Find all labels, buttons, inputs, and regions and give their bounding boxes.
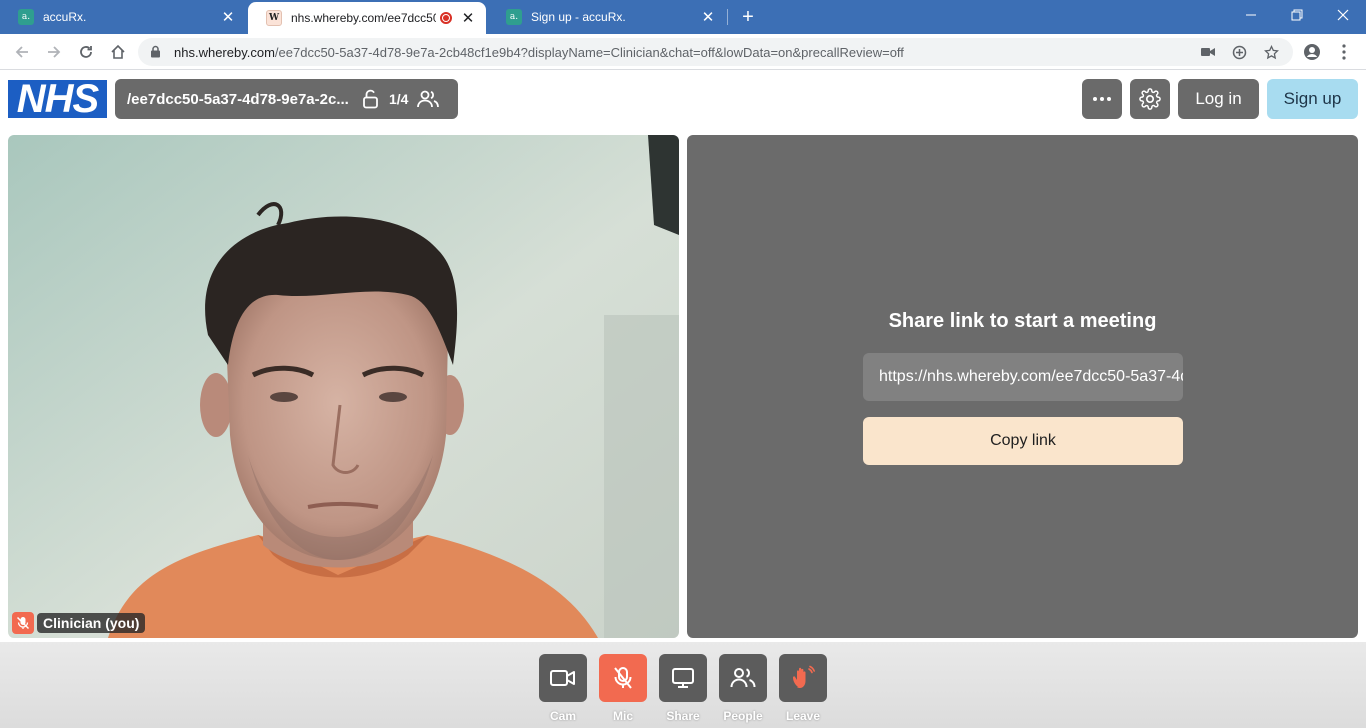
- camera-icon: [550, 670, 575, 686]
- people-control[interactable]: People: [719, 654, 767, 723]
- share-heading: Share link to start a meeting: [888, 310, 1157, 332]
- nhs-logo[interactable]: NHS: [8, 79, 107, 119]
- back-icon[interactable]: [9, 39, 35, 65]
- share-link-panel: Share link to start a meeting https://nh…: [687, 135, 1358, 638]
- address-bar[interactable]: nhs.whereby.com/ee7dcc50-5a37-4d78-9e7a-…: [138, 38, 1293, 66]
- self-name-label: Clinician (you): [37, 613, 146, 633]
- mic-control[interactable]: Mic: [599, 654, 647, 723]
- share-link-field[interactable]: https://nhs.whereby.com/ee7dcc50-5a37-4d…: [863, 353, 1183, 401]
- participant-count: 1/4: [389, 91, 409, 107]
- unlocked-icon: [361, 89, 381, 109]
- tab-title: Sign up - accuRx.: [531, 10, 626, 24]
- home-icon[interactable]: [105, 39, 131, 65]
- share-control[interactable]: Share: [659, 654, 707, 723]
- lock-icon: [150, 45, 161, 63]
- window-close-icon[interactable]: [1320, 0, 1366, 30]
- forward-icon[interactable]: [41, 39, 67, 65]
- room-info[interactable]: /ee7dcc50-5a37-4d78-9e7a-2c... 1/4: [115, 79, 458, 119]
- webcam-feed: [8, 135, 679, 638]
- call-controls-bar: Cam Mic Share People Leave: [0, 642, 1366, 728]
- url-path: /ee7dcc50-5a37-4d78-9e7a-2cb48cf1e9b4?di…: [274, 45, 904, 60]
- bookmark-star-icon[interactable]: [1262, 43, 1280, 61]
- accurx-favicon-icon: a.: [506, 9, 522, 25]
- mic-label: Mic: [612, 709, 633, 723]
- mic-muted-icon: [12, 612, 34, 634]
- self-video-tile: Clinician (you): [8, 135, 679, 638]
- camera-in-use-icon[interactable]: [1199, 43, 1217, 61]
- whereby-favicon-icon: W: [266, 10, 282, 26]
- cam-button[interactable]: [539, 654, 587, 702]
- settings-button[interactable]: [1130, 79, 1170, 119]
- people-button[interactable]: [719, 654, 767, 702]
- gear-icon: [1139, 88, 1161, 110]
- browser-tab-strip: a. accuRx. ✕ W nhs.whereby.com/ee7dcc50-…: [0, 0, 1366, 34]
- tab-signup-accurx[interactable]: a. Sign up - accuRx. ✕: [488, 0, 726, 34]
- mic-muted-icon: [614, 667, 632, 689]
- more-dots-icon: [1093, 97, 1111, 101]
- mic-button[interactable]: [599, 654, 647, 702]
- new-tab-icon[interactable]: +: [736, 5, 760, 29]
- accurx-favicon-icon: a.: [18, 9, 34, 25]
- cam-control[interactable]: Cam: [539, 654, 587, 723]
- log-in-button[interactable]: Log in: [1178, 79, 1259, 119]
- close-icon[interactable]: ✕: [460, 10, 476, 27]
- leave-label: Leave: [785, 709, 821, 723]
- tab-accurx[interactable]: a. accuRx. ✕: [0, 0, 246, 34]
- close-icon[interactable]: ✕: [700, 9, 716, 26]
- reload-icon[interactable]: [73, 39, 99, 65]
- restore-icon[interactable]: [1274, 0, 1320, 30]
- share-label: Share: [666, 709, 700, 723]
- tab-title: accuRx.: [43, 10, 87, 24]
- copy-link-button[interactable]: Copy link: [863, 417, 1183, 465]
- cam-label: Cam: [549, 709, 576, 723]
- browser-menu-icon[interactable]: [1331, 39, 1357, 65]
- people-icon: [416, 89, 440, 109]
- self-name-tag: Clinician (you): [12, 612, 146, 634]
- profile-icon[interactable]: [1299, 39, 1325, 65]
- browser-toolbar: nhs.whereby.com/ee7dcc50-5a37-4d78-9e7a-…: [0, 34, 1366, 70]
- more-options-button[interactable]: [1082, 79, 1122, 119]
- tab-title: nhs.whereby.com/ee7dcc50-: [291, 11, 436, 25]
- close-icon[interactable]: ✕: [220, 9, 236, 26]
- share-screen-button[interactable]: [659, 654, 707, 702]
- minimize-icon[interactable]: [1228, 0, 1274, 30]
- leave-button[interactable]: [779, 654, 827, 702]
- people-icon: [730, 668, 756, 688]
- room-name: /ee7dcc50-5a37-4d78-9e7a-2c...: [127, 90, 349, 108]
- url-text: nhs.whereby.com/ee7dcc50-5a37-4d78-9e7a-…: [174, 45, 904, 60]
- sign-up-button[interactable]: Sign up: [1267, 79, 1358, 119]
- recording-icon: [440, 12, 452, 24]
- leave-control[interactable]: Leave: [779, 654, 827, 723]
- waving-hand-icon: [793, 665, 815, 688]
- tab-separator: [727, 9, 728, 25]
- people-label: People: [723, 709, 763, 723]
- install-app-icon[interactable]: [1230, 43, 1248, 61]
- monitor-icon: [672, 668, 694, 688]
- url-host: nhs.whereby.com: [174, 45, 275, 60]
- tab-whereby[interactable]: W nhs.whereby.com/ee7dcc50- ✕: [248, 2, 486, 34]
